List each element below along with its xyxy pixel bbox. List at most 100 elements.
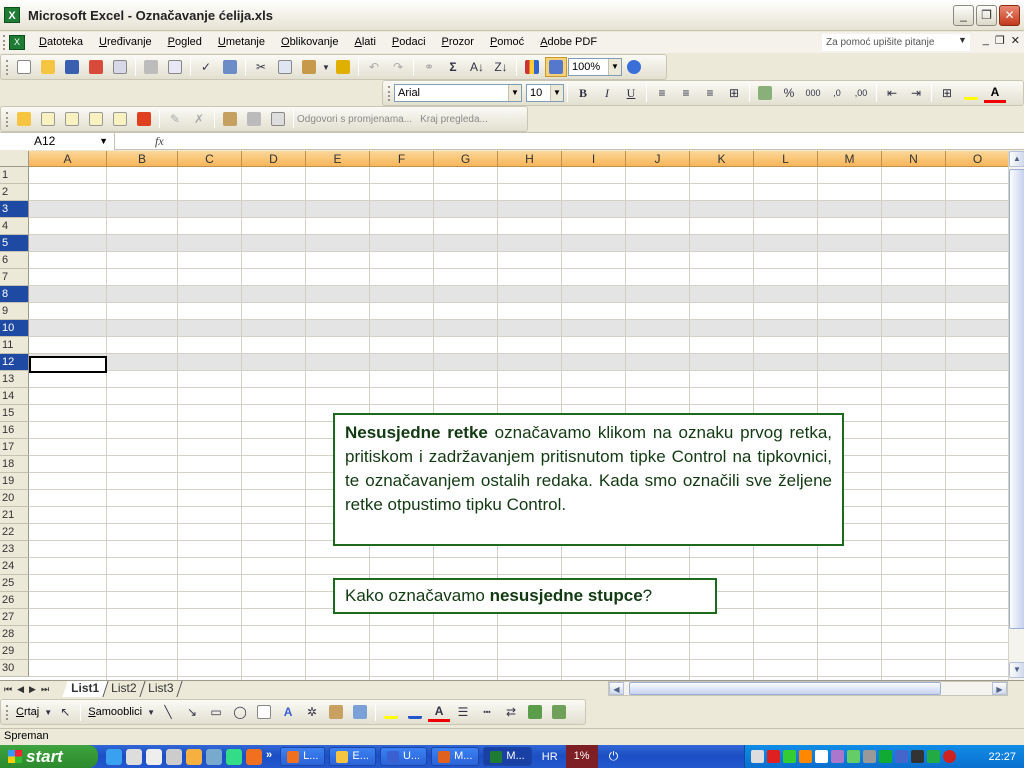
app-icon-5[interactable] (186, 748, 202, 765)
percent-icon[interactable]: % (778, 83, 800, 103)
vertical-scrollbar[interactable]: ▲ ▼ (1008, 151, 1024, 680)
tray-icon-9[interactable] (879, 750, 892, 763)
column-header-g[interactable]: G (434, 151, 498, 167)
arrow-icon[interactable]: ↘ (181, 702, 203, 722)
diagram-icon[interactable]: ✲ (301, 702, 323, 722)
excel-icon[interactable]: X (4, 7, 20, 23)
row-header-3[interactable]: 3 (0, 201, 29, 218)
3d-icon[interactable] (548, 702, 570, 722)
scroll-up-icon[interactable]: ▲ (1009, 151, 1024, 167)
underline-button[interactable]: U (620, 83, 642, 103)
column-header-m[interactable]: M (818, 151, 882, 167)
row-header-16[interactable]: 16 (0, 422, 29, 439)
end-review-button[interactable]: Kraj pregleda... (420, 114, 488, 125)
doc-restore-button[interactable]: ❐ (995, 34, 1005, 47)
autoshapes-dropdown-icon[interactable]: ▼ (147, 702, 155, 722)
textbox-icon[interactable] (253, 702, 275, 722)
picture-icon[interactable] (349, 702, 371, 722)
zoom-select[interactable]: 100% ▼ (568, 58, 622, 76)
row-header-24[interactable]: 24 (0, 558, 29, 575)
column-header-f[interactable]: F (370, 151, 434, 167)
row-header-9[interactable]: 9 (0, 303, 29, 320)
tray-icon-4[interactable] (799, 750, 812, 763)
line-style-icon[interactable]: ☰ (452, 702, 474, 722)
taskbar-button-word[interactable]: U... (379, 747, 428, 766)
last-sheet-icon[interactable]: ⏭ (41, 684, 49, 695)
row-header-5[interactable]: 5 (0, 235, 29, 252)
ink-icon[interactable] (243, 109, 265, 129)
comment-icon[interactable] (37, 109, 59, 129)
toolbar-grip[interactable] (6, 59, 9, 75)
merge-center-icon[interactable]: ⊞ (723, 83, 745, 103)
increase-indent-icon[interactable]: ⇥ (905, 83, 927, 103)
autoshapes-menu-button[interactable]: Samooblici (84, 706, 146, 718)
firefox-icon[interactable] (246, 748, 262, 765)
menu-uredivanje[interactable]: Uređivanje (91, 32, 160, 53)
row-header-21[interactable]: 21 (0, 507, 29, 524)
print-icon[interactable] (140, 57, 162, 77)
column-header-e[interactable]: E (306, 151, 370, 167)
align-left-icon[interactable]: ≡ (651, 83, 673, 103)
taskbar-button-explorer[interactable]: E... (329, 747, 376, 766)
workbook-icon[interactable]: X (9, 35, 25, 50)
autosum-icon[interactable]: Σ (442, 57, 464, 77)
line-icon[interactable]: ╲ (157, 702, 179, 722)
reply-with-changes-button[interactable]: Odgovori s promjenama... (297, 114, 412, 125)
row-header-2[interactable]: 2 (0, 184, 29, 201)
scroll-down-icon[interactable]: ▼ (1009, 662, 1024, 678)
horizontal-scroll-thumb[interactable] (629, 682, 941, 695)
column-header-o[interactable]: O (946, 151, 1008, 167)
column-header-j[interactable]: J (626, 151, 690, 167)
sort-descending-icon[interactable]: Z↓ (490, 57, 512, 77)
chart-wizard-icon[interactable] (521, 57, 543, 77)
font-color-draw-icon[interactable]: A (428, 702, 451, 722)
row-header-15[interactable]: 15 (0, 405, 29, 422)
row-header-25[interactable]: 25 (0, 575, 29, 592)
column-header-d[interactable]: D (242, 151, 306, 167)
row-header-22[interactable]: 22 (0, 524, 29, 541)
vertical-scroll-thumb[interactable] (1009, 169, 1024, 629)
column-header-k[interactable]: K (690, 151, 754, 167)
help-search-input[interactable]: Za pomoć upišite pitanje (822, 34, 970, 51)
help-dropdown-icon[interactable]: ▼ (958, 35, 967, 45)
row-header-11[interactable]: 11 (0, 337, 29, 354)
comma-style-icon[interactable]: 000 (802, 83, 824, 103)
ie-icon[interactable] (106, 748, 122, 765)
draw-dropdown-icon[interactable]: ▼ (44, 702, 52, 722)
tray-icon-7[interactable] (847, 750, 860, 763)
select-objects-icon[interactable]: ↖ (54, 702, 76, 722)
annotation-icon[interactable] (267, 109, 289, 129)
paste-dropdown-icon[interactable]: ▼ (322, 57, 330, 77)
sheet-tab-list3[interactable]: List3 (139, 681, 184, 697)
increase-decimal-icon[interactable]: ,0 (826, 83, 848, 103)
menu-datoteka[interactable]: Datoteka (31, 32, 91, 53)
decrease-indent-icon[interactable]: ⇤ (881, 83, 903, 103)
taskbar-button-powerpoint[interactable]: M... (431, 747, 480, 766)
dash-style-icon[interactable]: ┅ (476, 702, 498, 722)
menu-pogled[interactable]: Pogled (160, 32, 210, 53)
name-box[interactable]: A12 ▼ (0, 132, 115, 150)
align-right-icon[interactable]: ≡ (699, 83, 721, 103)
wordart-icon[interactable]: A (277, 702, 299, 722)
line-color-icon[interactable] (404, 702, 426, 722)
row-header-12[interactable]: 12 (0, 354, 29, 371)
italic-button[interactable]: I (596, 83, 618, 103)
doc-close-button[interactable]: ✕ (1011, 34, 1020, 47)
taskbar-button-firefox[interactable]: L... (280, 747, 326, 766)
insert-function-icon[interactable]: fx (155, 134, 164, 149)
help-icon[interactable] (623, 57, 645, 77)
prev-sheet-icon[interactable]: ◀ (17, 684, 24, 695)
app-icon-6[interactable] (206, 748, 222, 765)
column-header-i[interactable]: I (562, 151, 626, 167)
print-preview-icon[interactable] (164, 57, 186, 77)
menu-prozor[interactable]: Prozor (434, 32, 482, 53)
font-color-icon[interactable]: A (984, 83, 1006, 103)
row-header-29[interactable]: 29 (0, 643, 29, 660)
delete-comment-icon[interactable] (133, 109, 155, 129)
new-icon[interactable] (13, 57, 35, 77)
font-select[interactable]: Arial ▼ (394, 84, 522, 102)
select-all-corner[interactable] (0, 151, 29, 167)
copy-icon[interactable] (274, 57, 296, 77)
decrease-decimal-icon[interactable]: ,00 (850, 83, 872, 103)
row-header-13[interactable]: 13 (0, 371, 29, 388)
